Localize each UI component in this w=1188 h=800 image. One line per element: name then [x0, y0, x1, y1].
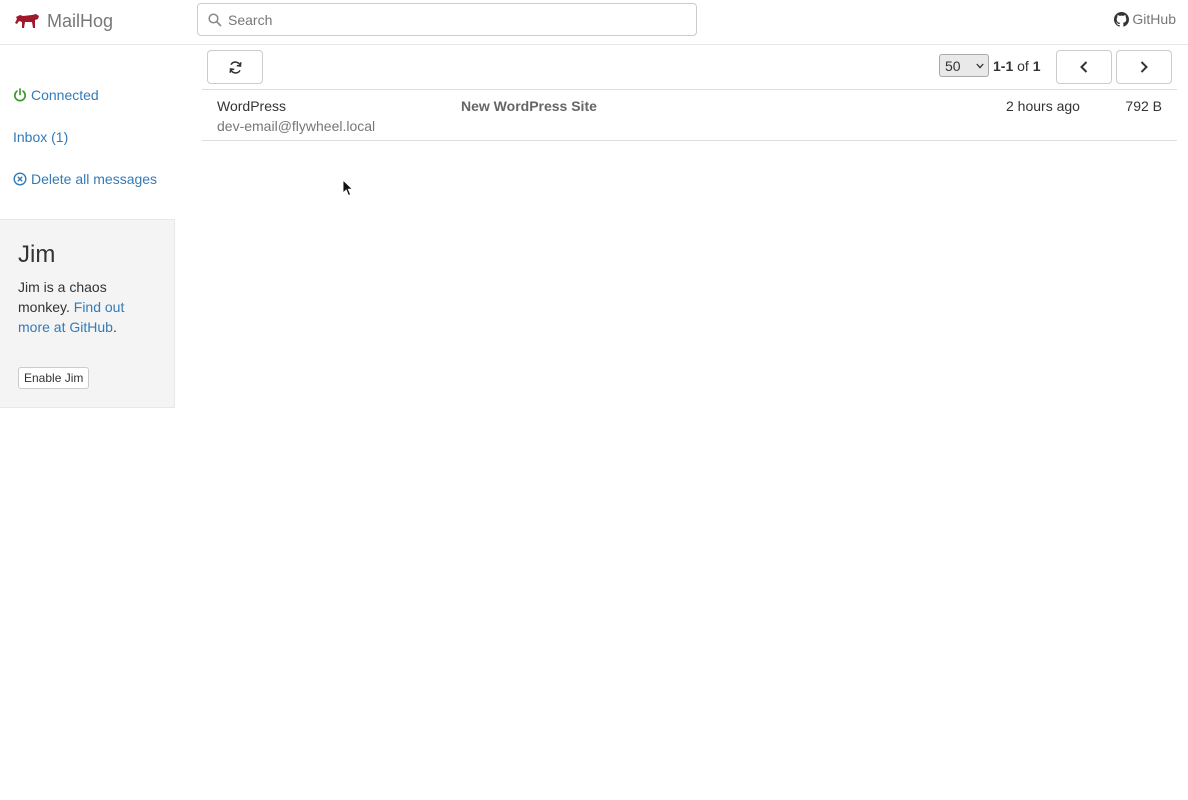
jim-link-suffix: .	[112, 319, 117, 335]
message-from-email: dev-email@flywheel.local	[217, 118, 376, 134]
inbox-label: Inbox (1)	[13, 129, 69, 145]
mouse-cursor-icon	[342, 179, 354, 197]
previous-page-button[interactable]	[1056, 50, 1112, 84]
refresh-button[interactable]	[207, 50, 263, 84]
pagination-info: 1-1 of 1	[993, 58, 1041, 74]
page-size-select[interactable]: 50	[939, 54, 989, 77]
delete-all-label: Delete all messages	[31, 171, 158, 187]
search-input[interactable]	[228, 4, 688, 35]
page-of-label: of	[1017, 58, 1029, 74]
message-from-name: WordPress	[217, 98, 286, 114]
connection-status-link[interactable]: Connected	[13, 87, 99, 103]
jim-title: Jim	[18, 241, 56, 268]
search-icon	[208, 13, 222, 27]
page-range: 1-1	[993, 58, 1014, 74]
connected-label: Connected	[31, 87, 99, 103]
delete-all-link[interactable]: Delete all messages	[13, 171, 157, 187]
github-icon	[1114, 11, 1130, 27]
chevron-left-icon	[1080, 61, 1088, 73]
next-page-button[interactable]	[1116, 50, 1172, 84]
chevron-down-icon	[976, 63, 984, 69]
message-row[interactable]: WordPress dev-email@flywheel.local New W…	[202, 90, 1177, 141]
message-time: 2 hours ago	[1006, 98, 1080, 114]
search-box	[197, 3, 697, 36]
mailhog-logo-icon	[15, 14, 39, 28]
brand-name: MailHog	[47, 10, 114, 31]
github-label: GitHub	[1132, 11, 1176, 27]
jim-panel: Jim Jim is a chaos monkey. Find out more…	[0, 219, 175, 408]
page-size-value: 50	[945, 57, 961, 74]
jim-description-block: Jim is a chaos monkey. Find out more at …	[18, 277, 158, 337]
github-link[interactable]: GitHub	[1114, 11, 1176, 27]
refresh-icon	[229, 60, 241, 74]
power-icon	[13, 88, 27, 102]
top-navbar: MailHog GitHub	[0, 0, 1188, 45]
chevron-right-icon	[1140, 61, 1148, 73]
message-subject: New WordPress Site	[461, 98, 597, 114]
enable-jim-button[interactable]: Enable Jim	[18, 367, 90, 389]
delete-circle-icon	[13, 172, 27, 186]
inbox-link[interactable]: Inbox (1)	[13, 129, 68, 145]
brand-link[interactable]: MailHog	[14, 9, 113, 33]
message-size: 792 B	[1125, 98, 1162, 114]
page-total: 1	[1032, 58, 1041, 74]
